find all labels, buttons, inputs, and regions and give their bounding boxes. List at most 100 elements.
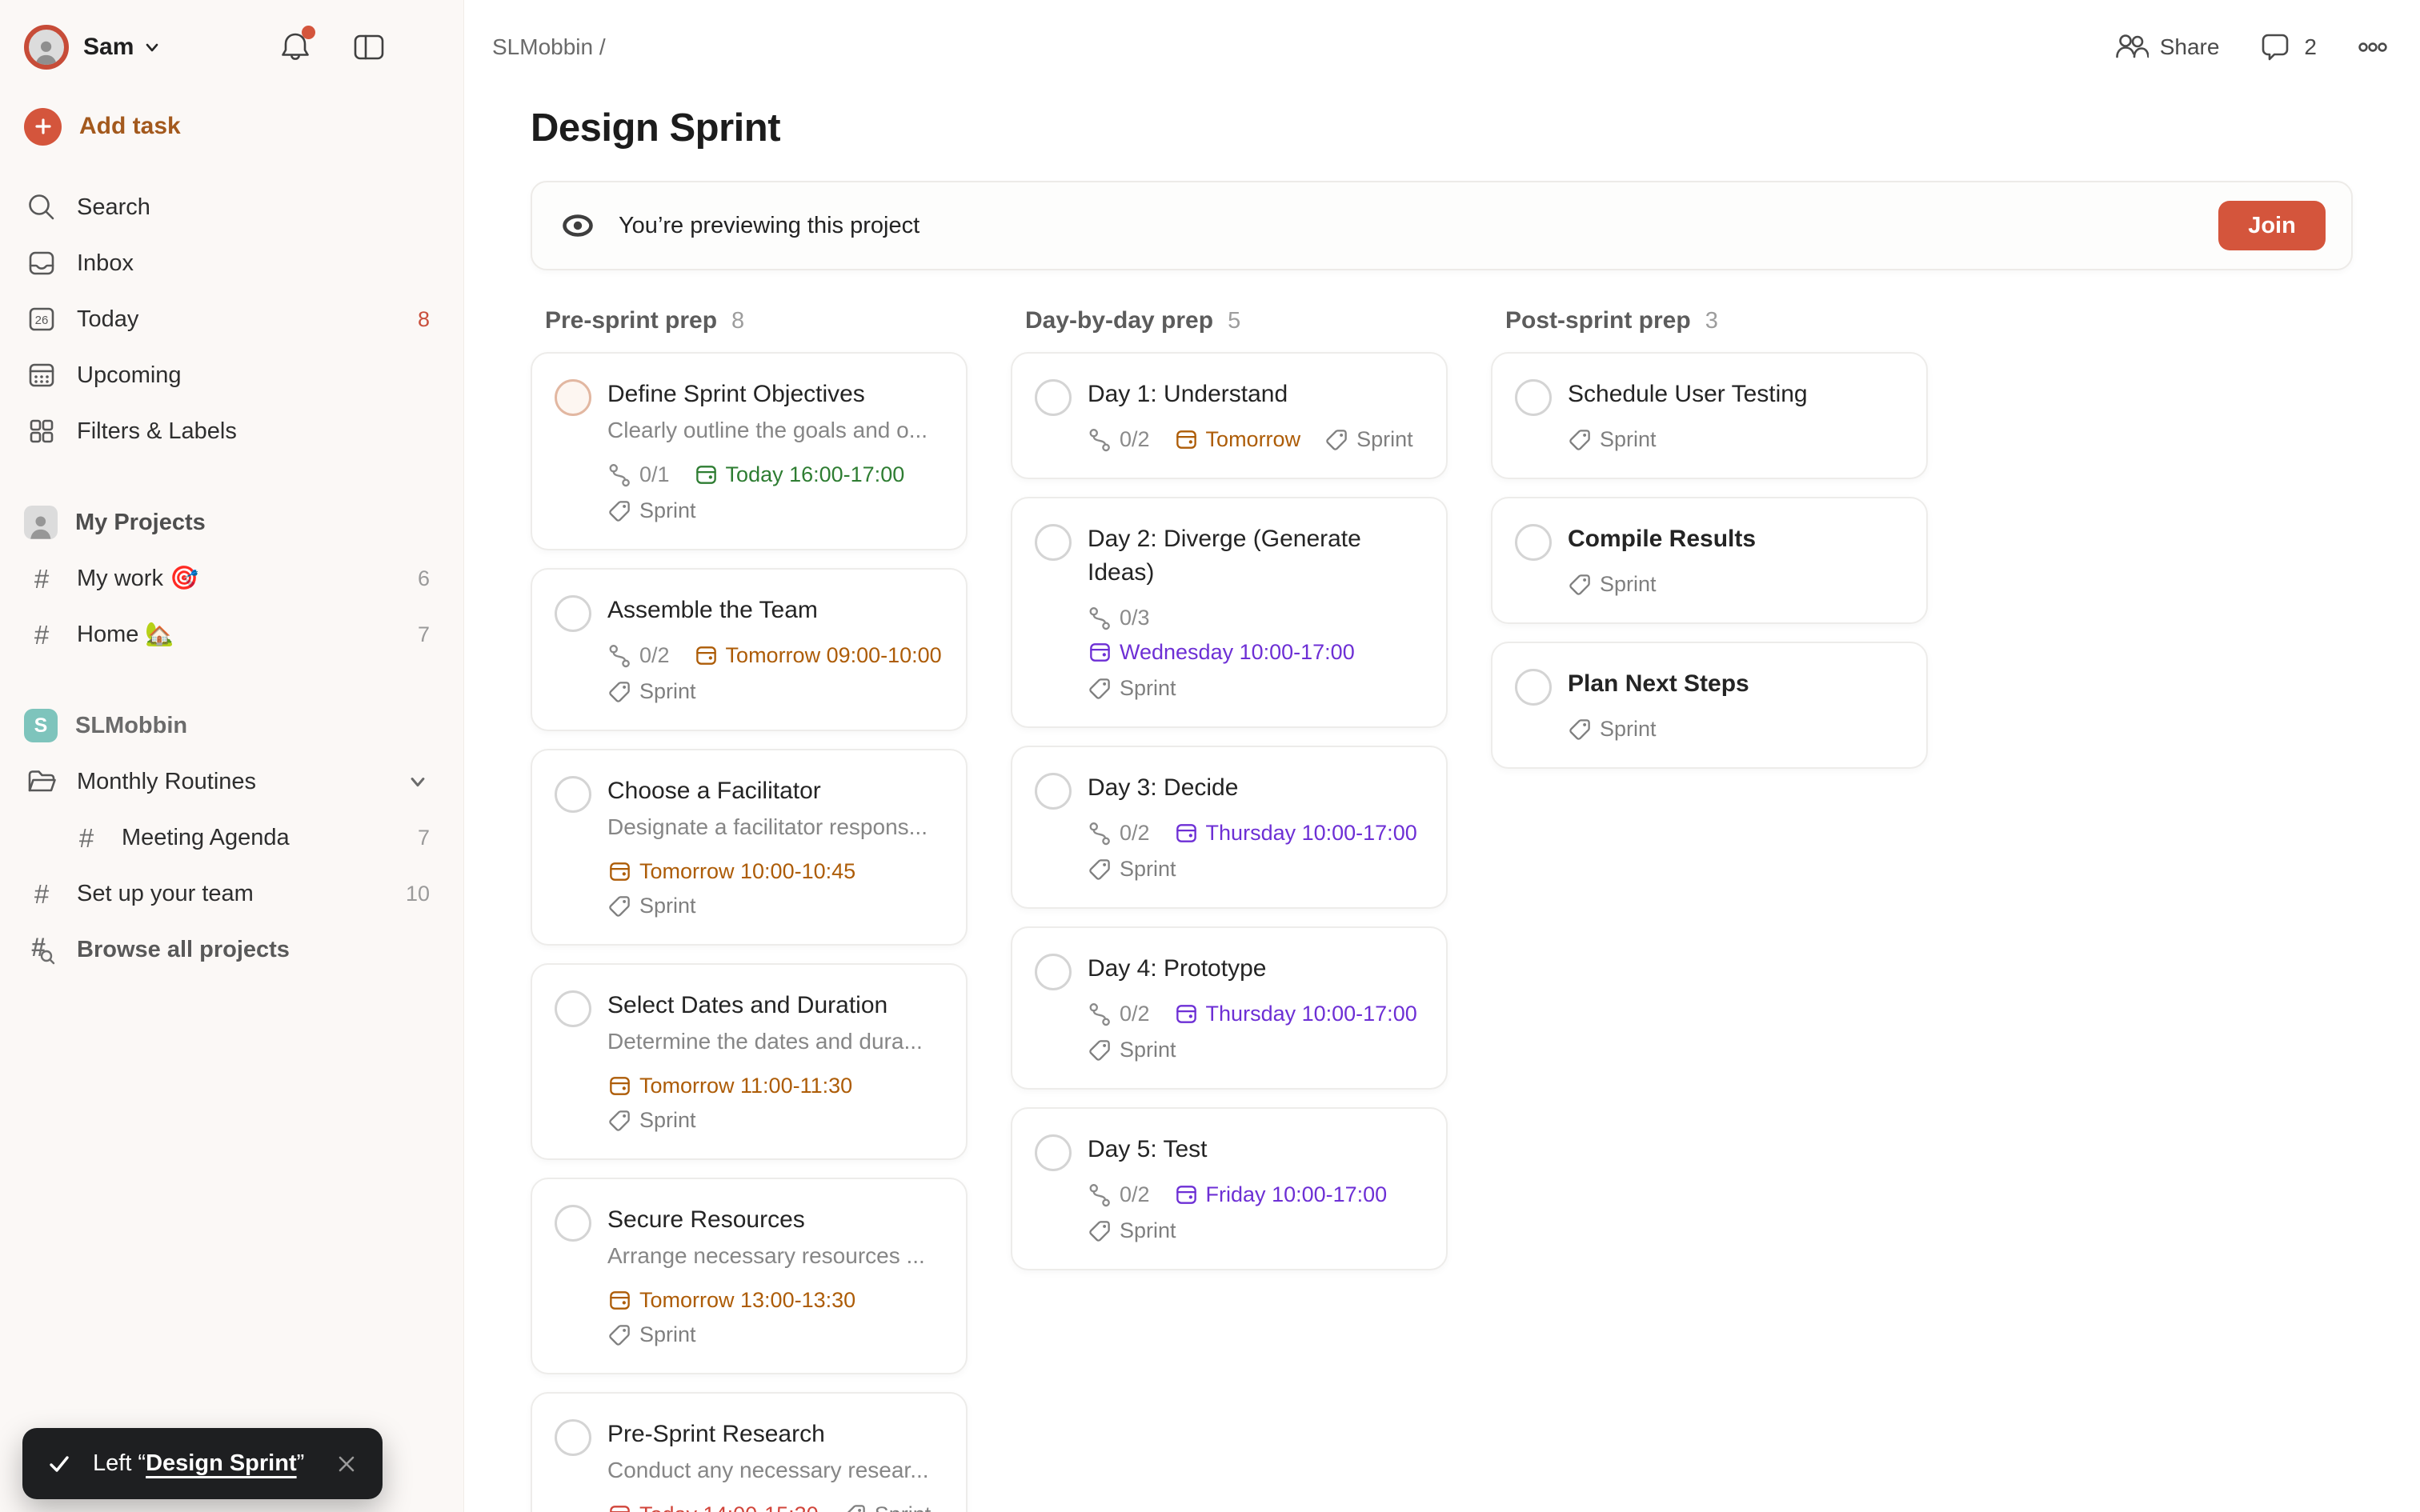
task-checkbox[interactable] (1035, 954, 1072, 990)
sidebar-item-today[interactable]: 26 Today 8 (0, 291, 463, 347)
task-title: Pre-Sprint Research (607, 1421, 825, 1447)
folder-icon (24, 764, 59, 799)
home-count: 7 (417, 622, 430, 646)
user-name[interactable]: Sam (83, 34, 134, 61)
avatar[interactable] (24, 25, 69, 70)
sidebar-item-set-up-team[interactable]: # Set up your team 10 (0, 866, 463, 922)
subtasks-icon (609, 645, 630, 668)
sidebar-item-inbox[interactable]: Inbox (0, 235, 463, 291)
calendar-chip: Friday 10:00-17:00 (1174, 1182, 1387, 1207)
chevron-down-icon[interactable] (406, 770, 430, 794)
calendar-chip: Thursday 10:00-17:00 (1174, 821, 1417, 846)
label-chip[interactable]: Sprint (607, 894, 696, 918)
column-name: Post-sprint prep (1505, 307, 1691, 334)
join-button[interactable]: Join (2218, 201, 2326, 250)
task-checkbox[interactable] (555, 990, 591, 1027)
board-column: Day-by-day prep 5 Day 1: Understand 0/2 Tomo… (1011, 307, 1448, 1270)
label-chip[interactable]: Sprint (1088, 857, 1176, 882)
task-card[interactable]: Day 2: Diverge (Generate Ideas) 0/3 Wednes… (1011, 497, 1448, 728)
label-chip[interactable]: Sprint (607, 679, 696, 704)
sidebar-item-monthly-routines[interactable]: Monthly Routines (0, 754, 463, 810)
task-card[interactable]: Pre-Sprint Research Conduct any necessary… (531, 1392, 968, 1512)
task-card[interactable]: Schedule User Testing Sprint (1491, 352, 1928, 479)
share-button[interactable]: Share (2113, 30, 2219, 65)
calendar-chip: Tomorrow 11:00-11:30 (607, 1074, 852, 1098)
task-title: Day 2: Diverge (Generate Ideas) (1088, 526, 1361, 586)
label-chip[interactable]: Sprint (843, 1502, 932, 1512)
column-name: Day-by-day prep (1025, 307, 1214, 334)
task-title: Choose a Facilitator (607, 778, 821, 804)
hash-icon: # (34, 563, 50, 594)
task-card-body: Day 3: Decide 0/2 Thursday 10:00-17:00 Spri… (1088, 771, 1422, 882)
task-card[interactable]: Day 5: Test 0/2 Friday 10:00-17:00 Sprint (1011, 1107, 1448, 1270)
project-content: Design Sprint You’re previewing this pro… (464, 94, 2420, 1512)
label-icon (609, 1110, 630, 1131)
sidebar-item-browse-all-projects[interactable]: # Browse all projects (0, 922, 463, 978)
column-header: Post-sprint prep 3 (1491, 307, 1928, 334)
breadcrumb[interactable]: SLMobbin / (492, 34, 606, 60)
label-text: Sprint (1600, 427, 1657, 451)
close-icon[interactable] (335, 1452, 359, 1476)
task-card[interactable]: Define Sprint Objectives Clearly outline … (531, 352, 968, 550)
task-checkbox[interactable] (1035, 524, 1072, 561)
calendar-chip: Tomorrow (1174, 427, 1300, 452)
sidebar-item-my-work[interactable]: # My work 🎯 6 (0, 550, 463, 606)
task-checkbox[interactable] (555, 1419, 591, 1456)
calendar-icon (1176, 1005, 1196, 1023)
task-card[interactable]: Compile Results Sprint (1491, 497, 1928, 624)
label-icon (609, 501, 630, 522)
workspace-header-slmobbin[interactable]: S SLMobbin (0, 698, 463, 754)
label-chip[interactable]: Sprint (1088, 1218, 1176, 1243)
filters-labels-label: Filters & Labels (77, 418, 237, 444)
label-chip[interactable]: Sprint (1088, 1038, 1176, 1062)
calendar-text: Tomorrow 11:00-11:30 (639, 1074, 853, 1098)
sidebar-item-home[interactable]: # Home 🏡 7 (0, 606, 463, 662)
task-card[interactable]: Day 4: Prototype 0/2 Thursday 10:00-17:00 S… (1011, 926, 1448, 1090)
sidebar-item-meeting-agenda[interactable]: # Meeting Agenda 7 (0, 810, 463, 866)
task-card[interactable]: Choose a Facilitator Designate a facilita… (531, 749, 968, 946)
task-checkbox[interactable] (555, 379, 591, 416)
label-chip[interactable]: Sprint (607, 1108, 696, 1133)
subtasks-icon (1089, 607, 1110, 630)
label-chip[interactable]: Sprint (607, 498, 696, 523)
task-card[interactable]: Day 3: Decide 0/2 Thursday 10:00-17:00 Spri… (1011, 746, 1448, 909)
task-checkbox[interactable] (555, 1205, 591, 1242)
label-chip[interactable]: Sprint (1568, 717, 1657, 742)
task-card[interactable]: Secure Resources Arrange necessary resour… (531, 1178, 968, 1374)
task-meta-row: 0/2 Tomorrow Sprint (1088, 427, 1422, 452)
hash-icon: # (34, 878, 50, 909)
task-meta-row: Sprint (607, 679, 942, 704)
label-chip[interactable]: Sprint (1568, 572, 1657, 597)
my-projects-header[interactable]: My Projects (0, 494, 463, 550)
notifications-bell-icon[interactable] (277, 26, 315, 66)
label-chip[interactable]: Sprint (1568, 427, 1657, 452)
task-card[interactable]: Select Dates and Duration Determine the d… (531, 963, 968, 1160)
task-checkbox[interactable] (1515, 669, 1552, 706)
task-checkbox[interactable] (1035, 379, 1072, 416)
task-card[interactable]: Assemble the Team 0/2 Tomorrow 09:00-10:00… (531, 568, 968, 731)
task-card[interactable]: Day 1: Understand 0/2 Tomorrow Sprint (1011, 352, 1448, 479)
label-text: Sprint (875, 1502, 932, 1512)
task-checkbox[interactable] (555, 595, 591, 632)
add-task-button[interactable]: Add task (0, 94, 463, 158)
sidebar-item-search[interactable]: Search (0, 179, 463, 235)
calendar-icon (1090, 643, 1110, 662)
label-chip[interactable]: Sprint (1324, 427, 1413, 452)
sidebar-toggle-icon[interactable] (351, 29, 387, 66)
task-card[interactable]: Plan Next Steps Sprint (1491, 642, 1928, 769)
sidebar-item-upcoming[interactable]: Upcoming (0, 347, 463, 403)
more-menu-button[interactable] (2355, 30, 2390, 65)
task-meta: 0/2 Thursday 10:00-17:00 Sprint (1088, 821, 1422, 882)
sidebar-item-filters-labels[interactable]: Filters & Labels (0, 403, 463, 459)
toast-project-link[interactable]: Design Sprint (146, 1450, 297, 1476)
task-checkbox[interactable] (1515, 524, 1552, 561)
task-checkbox[interactable] (1035, 1134, 1072, 1171)
task-checkbox[interactable] (1515, 379, 1552, 416)
label-chip[interactable]: Sprint (607, 1322, 696, 1347)
comments-button[interactable]: 2 (2258, 30, 2317, 65)
label-chip[interactable]: Sprint (1088, 676, 1176, 701)
task-checkbox[interactable] (1035, 773, 1072, 810)
task-meta-row: 0/3 Wednesday 10:00-17:00 (1088, 606, 1422, 665)
home-label: Home 🏡 (77, 622, 174, 647)
task-checkbox[interactable] (555, 776, 591, 813)
